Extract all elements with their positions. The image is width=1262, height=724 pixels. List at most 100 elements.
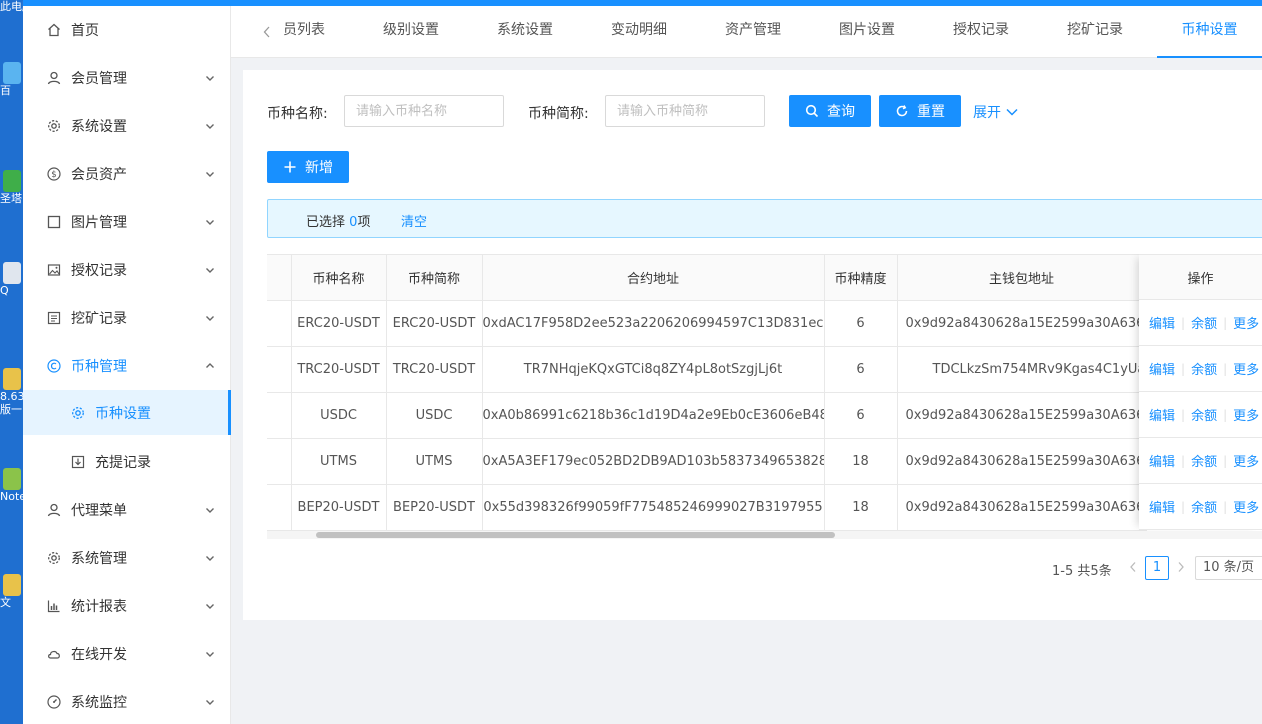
table-row[interactable]: USDC USDC 0xA0b86991c6218b36c1d19D4a2e9E… bbox=[267, 392, 1147, 439]
gear-icon bbox=[71, 406, 85, 420]
image-icon bbox=[47, 263, 61, 277]
sidebar-item-members[interactable]: 会员管理 bbox=[23, 54, 231, 102]
desktop-shortcut[interactable]: Q bbox=[0, 262, 23, 297]
balance-link[interactable]: 余额 bbox=[1191, 451, 1217, 470]
sidebar-item-label: 首页 bbox=[71, 23, 99, 39]
tab-asset-management[interactable]: 资产管理 bbox=[718, 6, 788, 58]
square-icon bbox=[47, 215, 61, 229]
pagination-next-icon[interactable] bbox=[1176, 560, 1186, 578]
action-divider: | bbox=[1181, 453, 1186, 468]
desktop-shortcut[interactable]: 8.63 版一 bbox=[0, 368, 23, 416]
table-horizontal-scrollbar[interactable] bbox=[267, 531, 1262, 539]
app-icon bbox=[3, 170, 21, 192]
app-icon bbox=[3, 468, 21, 490]
row-checkbox-cell[interactable] bbox=[267, 300, 292, 347]
add-button[interactable]: 新增 bbox=[267, 151, 349, 183]
tab-change-details[interactable]: 变动明细 bbox=[604, 6, 674, 58]
query-button[interactable]: 查询 bbox=[789, 95, 871, 127]
row-checkbox-cell[interactable] bbox=[267, 438, 292, 485]
action-divider: | bbox=[1181, 407, 1186, 422]
sidebar-item-currency-settings[interactable]: 币种设置 bbox=[23, 390, 231, 435]
sidebar-item-label: 系统监控 bbox=[71, 695, 127, 711]
sidebar-item-deposit-withdraw-records[interactable]: 充提记录 bbox=[23, 438, 231, 486]
table-row[interactable]: TRC20-USDT TRC20-USDT TR7NHqjeKQxGTCi8q8… bbox=[267, 346, 1147, 393]
currency-name-input[interactable] bbox=[344, 95, 504, 127]
sidebar-item-label: 图片管理 bbox=[71, 215, 127, 231]
sidebar-item-authorization-records[interactable]: 授权记录 bbox=[23, 246, 231, 294]
gear-icon bbox=[47, 551, 61, 565]
dashboard-icon bbox=[47, 695, 61, 709]
row-checkbox-cell[interactable] bbox=[267, 346, 292, 393]
chevron-down-icon bbox=[205, 121, 215, 131]
more-link[interactable]: 更多 bbox=[1233, 451, 1259, 470]
checkbox-column-header[interactable] bbox=[267, 254, 292, 301]
row-checkbox-cell[interactable] bbox=[267, 392, 292, 439]
sidebar-item-member-assets[interactable]: $ 会员资产 bbox=[23, 150, 231, 198]
sidebar-item-mining-records[interactable]: 挖矿记录 bbox=[23, 294, 231, 342]
tab-level-settings[interactable]: 级别设置 bbox=[376, 6, 446, 58]
edit-link[interactable]: 编辑 bbox=[1149, 451, 1175, 470]
currency-table: 币种名称 币种简称 合约地址 币种精度 主钱包地址 ERC20-USDT ERC… bbox=[267, 254, 1262, 539]
cell-contract-address: 0xA0b86991c6218b36c1d19D4a2e9Eb0cE3606eB… bbox=[482, 392, 825, 439]
sidebar-item-statistics-reports[interactable]: 统计报表 bbox=[23, 582, 231, 630]
tab-currency-settings[interactable]: 币种设置 bbox=[1157, 6, 1262, 58]
desktop-shortcut[interactable]: 百 bbox=[0, 62, 23, 97]
scrollbar-thumb[interactable] bbox=[316, 532, 835, 538]
balance-link[interactable]: 余额 bbox=[1191, 497, 1217, 516]
desktop-shortcut[interactable]: Note bbox=[0, 468, 23, 503]
sidebar-item-image-management[interactable]: 图片管理 bbox=[23, 198, 231, 246]
edit-link[interactable]: 编辑 bbox=[1149, 313, 1175, 332]
desktop-shortcut[interactable]: 文 bbox=[0, 574, 23, 609]
pagination-page-item[interactable]: 1 bbox=[1145, 556, 1169, 580]
tab-authorization-records[interactable]: 授权记录 bbox=[946, 6, 1016, 58]
clear-selection-link[interactable]: 清空 bbox=[401, 211, 427, 230]
table-row[interactable]: BEP20-USDT BEP20-USDT 0x55d398326f99059f… bbox=[267, 484, 1147, 531]
cell-currency-symbol: UTMS bbox=[386, 438, 483, 485]
balance-link[interactable]: 余额 bbox=[1191, 313, 1217, 332]
table-row[interactable]: ERC20-USDT ERC20-USDT 0xdAC17F958D2ee523… bbox=[267, 300, 1147, 347]
chevron-down-icon bbox=[205, 601, 215, 611]
currency-name-label: 币种名称: bbox=[267, 106, 328, 122]
desktop-shortcut[interactable]: 圣塔 bbox=[0, 170, 23, 205]
row-checkbox-cell[interactable] bbox=[267, 484, 292, 531]
table-row[interactable]: UTMS UTMS 0xA5A3EF179ec052BD2DB9AD103b58… bbox=[267, 438, 1147, 485]
reset-button[interactable]: 重置 bbox=[879, 95, 961, 127]
cell-main-wallet: 0x9d92a8430628a15E2599a30A63671 bbox=[897, 438, 1147, 485]
action-divider: | bbox=[1223, 407, 1228, 422]
tab-mining-records[interactable]: 挖矿记录 bbox=[1060, 6, 1130, 58]
sidebar-item-system-management[interactable]: 系统管理 bbox=[23, 534, 231, 582]
sidebar-item-system-monitor[interactable]: 系统监控 bbox=[23, 678, 231, 724]
edit-link[interactable]: 编辑 bbox=[1149, 497, 1175, 516]
page-size-select[interactable]: 10 条/页 bbox=[1195, 556, 1262, 580]
balance-link[interactable]: 余额 bbox=[1191, 405, 1217, 424]
more-link[interactable]: 更多 bbox=[1233, 497, 1259, 516]
chevron-left-icon[interactable] bbox=[261, 24, 273, 40]
sidebar-item-label: 系统管理 bbox=[71, 551, 127, 567]
sidebar-item-home[interactable]: 首页 bbox=[23, 6, 231, 54]
sidebar-item-label: 会员管理 bbox=[71, 71, 127, 87]
more-link[interactable]: 更多 bbox=[1233, 359, 1259, 378]
sidebar-item-currency-management[interactable]: 币种管理 bbox=[23, 342, 231, 390]
expand-link[interactable]: 展开 bbox=[973, 102, 1019, 122]
tab-member-list[interactable]: 员列表 bbox=[279, 6, 329, 58]
tab-image-settings[interactable]: 图片设置 bbox=[832, 6, 902, 58]
action-divider: | bbox=[1223, 315, 1228, 330]
actions-column: 操作 编辑 | 余额 | 更多 编辑 | 余额 | 更多 编辑 | 余额 | 更多 编辑 | 余额 | 更多 编… bbox=[1139, 254, 1262, 530]
currency-symbol-label: 币种简称: bbox=[528, 106, 589, 122]
copyright-icon bbox=[47, 359, 61, 373]
tab-system-settings[interactable]: 系统设置 bbox=[490, 6, 560, 58]
cell-contract-address: 0xA5A3EF179ec052BD2DB9AD103b583734965382… bbox=[482, 438, 825, 485]
edit-link[interactable]: 编辑 bbox=[1149, 359, 1175, 378]
pagination-prev-icon[interactable] bbox=[1128, 560, 1138, 578]
dollar-icon: $ bbox=[47, 167, 61, 181]
more-link[interactable]: 更多 bbox=[1233, 405, 1259, 424]
sidebar-item-agent-menu[interactable]: 代理菜单 bbox=[23, 486, 231, 534]
balance-link[interactable]: 余额 bbox=[1191, 359, 1217, 378]
more-link[interactable]: 更多 bbox=[1233, 313, 1259, 332]
currency-symbol-input[interactable] bbox=[605, 95, 765, 127]
desktop-shortcut[interactable]: 此电脑 bbox=[0, 0, 23, 13]
sidebar-item-system-settings[interactable]: 系统设置 bbox=[23, 102, 231, 150]
sidebar-item-online-development[interactable]: 在线开发 bbox=[23, 630, 231, 678]
edit-link[interactable]: 编辑 bbox=[1149, 405, 1175, 424]
cell-precision: 6 bbox=[824, 346, 898, 393]
